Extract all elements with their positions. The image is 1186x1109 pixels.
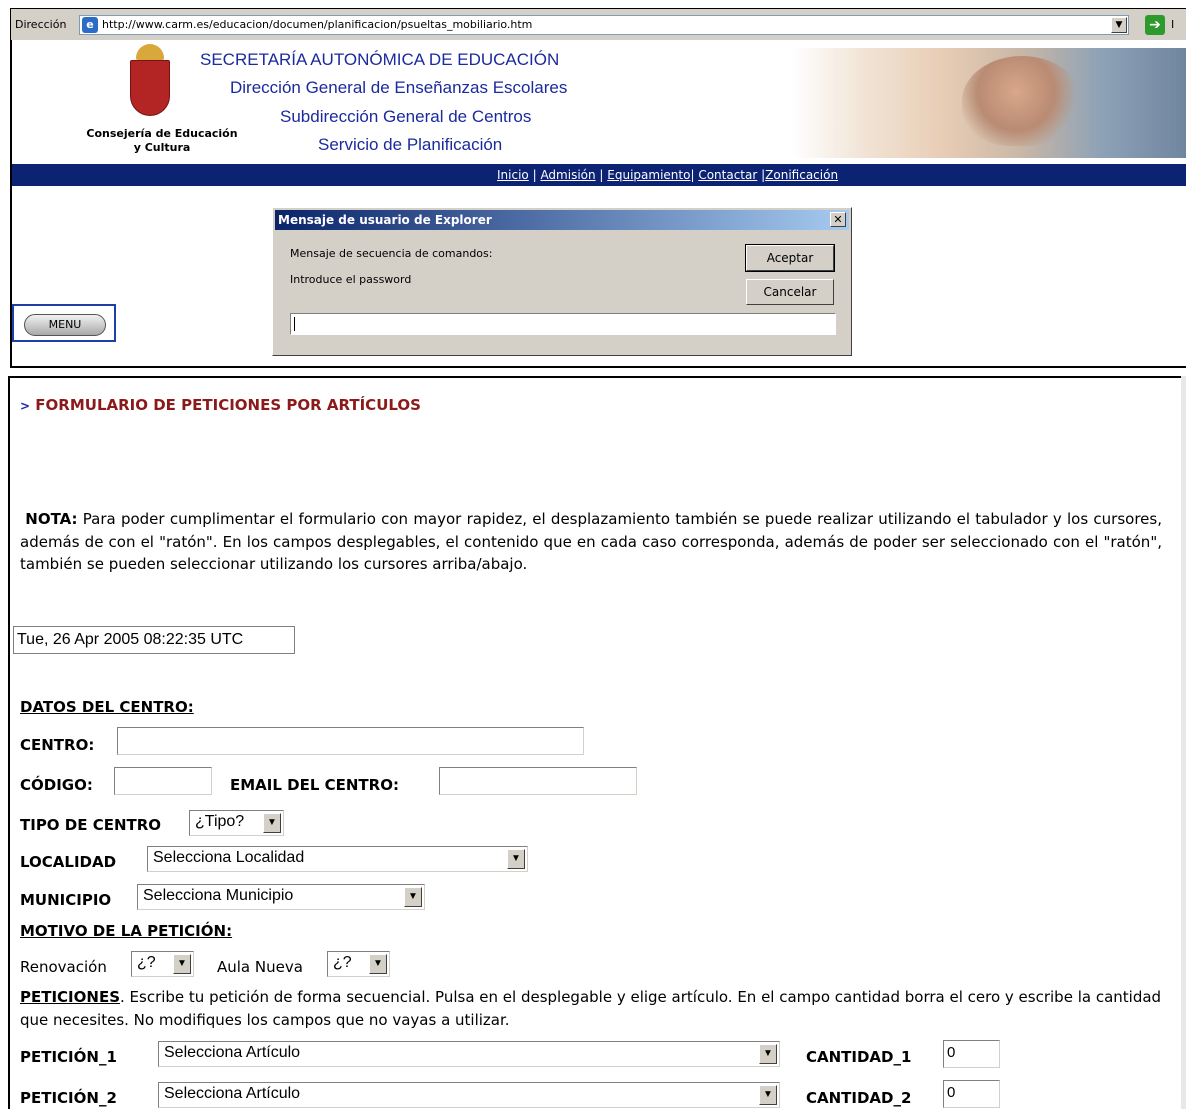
- nota-paragraph: NOTA: Para poder cumplimentar el formula…: [20, 508, 1162, 576]
- aula-nueva-selected: ¿?: [333, 954, 352, 971]
- go-arrow-icon[interactable]: ➔: [1145, 15, 1165, 35]
- dialog-message-label: Mensaje de secuencia de comandos:: [290, 247, 493, 260]
- nav-link-equipamiento[interactable]: Equipamiento: [607, 168, 690, 182]
- tipo-select[interactable]: ¿Tipo? ▼: [189, 810, 284, 836]
- peticiones-paragraph: PETICIONES. Escribe tu petición de forma…: [20, 986, 1162, 1032]
- peticion-2-label: PETICIÓN_2: [20, 1089, 117, 1107]
- form-title-text: FORMULARIO DE PETICIONES POR ARTÍCULOS: [35, 396, 421, 414]
- address-bar: Dirección e http://www.carm.es/educacion…: [10, 8, 1186, 40]
- dialog-title: Mensaje de usuario de Explorer: [278, 213, 492, 227]
- accept-button[interactable]: Aceptar: [745, 244, 835, 272]
- scrollbar[interactable]: [1181, 376, 1186, 1109]
- localidad-select[interactable]: Selecciona Localidad ▼: [147, 846, 528, 872]
- menu-button[interactable]: MENU: [24, 314, 106, 336]
- header-line-3: Subdirección General de Centros: [280, 107, 532, 126]
- nav-link-zonificacion[interactable]: Zonificación: [765, 168, 838, 182]
- ie-page-icon: e: [82, 17, 98, 33]
- address-url: http://www.carm.es/educacion/documen/pla…: [102, 18, 533, 31]
- consejeria-label: Consejería de Educación y Cultura: [86, 127, 238, 154]
- centro-input[interactable]: [117, 727, 584, 755]
- peticiones-text: . Escribe tu petición de forma secuencia…: [20, 988, 1162, 1029]
- dropdown-arrow-icon[interactable]: ▼: [263, 813, 281, 833]
- tipo-selected: ¿Tipo?: [195, 813, 245, 830]
- dialog-title-bar[interactable]: Mensaje de usuario de Explorer ✕: [275, 210, 849, 230]
- renovacion-select[interactable]: ¿? ▼: [131, 951, 194, 977]
- address-input[interactable]: e http://www.carm.es/educacion/documen/p…: [79, 15, 1129, 35]
- password-input[interactable]: [290, 313, 836, 335]
- cantidad-1-input[interactable]: 0: [943, 1040, 1000, 1068]
- renovacion-selected: ¿?: [137, 954, 156, 971]
- nota-label: NOTA:: [25, 510, 78, 528]
- datos-centro-heading: DATOS DEL CENTRO:: [20, 698, 194, 716]
- dropdown-arrow-icon[interactable]: ▼: [507, 849, 525, 869]
- go-label: I: [1171, 18, 1175, 31]
- aula-nueva-label: Aula Nueva: [217, 958, 303, 976]
- dialog-message: Introduce el password: [290, 273, 412, 286]
- dropdown-arrow-icon[interactable]: ▼: [369, 954, 387, 974]
- date-field[interactable]: Tue, 26 Apr 2005 08:22:35 UTC: [13, 626, 295, 654]
- header-line-2: Dirección General de Enseñanzas Escolare…: [230, 78, 568, 97]
- localidad-label: LOCALIDAD: [20, 853, 117, 871]
- municipio-selected: Selecciona Municipio: [143, 887, 294, 904]
- cantidad-2-input[interactable]: 0: [943, 1080, 1000, 1108]
- peticion-1-selected: Selecciona Artículo: [164, 1044, 301, 1061]
- nav-link-admision[interactable]: Admisión: [540, 168, 595, 182]
- dropdown-arrow-icon[interactable]: ▼: [1111, 17, 1127, 33]
- aula-nueva-select[interactable]: ¿? ▼: [327, 951, 390, 977]
- nav-links: Inicio | Admisión | Equipamiento| Contac…: [497, 168, 839, 182]
- email-input[interactable]: [439, 767, 637, 795]
- peticion-2-select[interactable]: Selecciona Artículo ▼: [158, 1082, 780, 1108]
- close-icon[interactable]: ✕: [830, 212, 846, 227]
- cantidad-2-label: CANTIDAD_2: [806, 1089, 912, 1107]
- text-caret: [294, 317, 295, 331]
- form-title: > FORMULARIO DE PETICIONES POR ARTÍCULOS: [20, 396, 421, 414]
- header-photo-figure: [962, 56, 1082, 146]
- header-line-1: SECRETARÍA AUTONÓMICA DE EDUCACIÓN: [200, 50, 560, 69]
- codigo-input[interactable]: [114, 767, 212, 795]
- peticion-1-label: PETICIÓN_1: [20, 1048, 117, 1066]
- tipo-label: TIPO DE CENTRO: [20, 816, 162, 834]
- crest-icon: [130, 44, 170, 118]
- cancel-button[interactable]: Cancelar: [746, 279, 834, 305]
- motivo-heading: MOTIVO DE LA PETICIÓN:: [20, 922, 233, 940]
- dropdown-arrow-icon[interactable]: ▼: [173, 954, 191, 974]
- dropdown-arrow-icon[interactable]: ▼: [404, 887, 422, 907]
- nav-link-inicio[interactable]: Inicio: [497, 168, 529, 182]
- bullet-arrow-icon: >: [20, 399, 31, 413]
- nav-link-contactar[interactable]: Contactar: [698, 168, 757, 182]
- site-header: Consejería de Educación y Cultura SECRET…: [12, 40, 1186, 158]
- peticion-1-select[interactable]: Selecciona Artículo ▼: [158, 1041, 780, 1067]
- municipio-select[interactable]: Selecciona Municipio ▼: [137, 884, 425, 910]
- peticiones-label: PETICIONES: [20, 988, 120, 1006]
- address-label: Dirección: [15, 18, 67, 31]
- header-line-4: Servicio de Planificación: [318, 135, 503, 154]
- cantidad-1-label: CANTIDAD_1: [806, 1048, 912, 1066]
- email-label: EMAIL DEL CENTRO:: [230, 776, 399, 794]
- dropdown-arrow-icon[interactable]: ▼: [759, 1044, 777, 1064]
- peticion-2-selected: Selecciona Artículo: [164, 1085, 301, 1102]
- dropdown-arrow-icon[interactable]: ▼: [759, 1085, 777, 1105]
- renovacion-label: Renovación: [20, 958, 107, 976]
- municipio-label: MUNICIPIO: [20, 891, 112, 909]
- localidad-selected: Selecciona Localidad: [153, 849, 305, 866]
- codigo-label: CÓDIGO:: [20, 776, 93, 794]
- menu-box: MENU: [12, 304, 116, 342]
- prompt-dialog: Mensaje de usuario de Explorer ✕ Mensaje…: [272, 207, 852, 356]
- centro-label: CENTRO:: [20, 736, 95, 754]
- nota-text: Para poder cumplimentar el formulario co…: [20, 510, 1162, 573]
